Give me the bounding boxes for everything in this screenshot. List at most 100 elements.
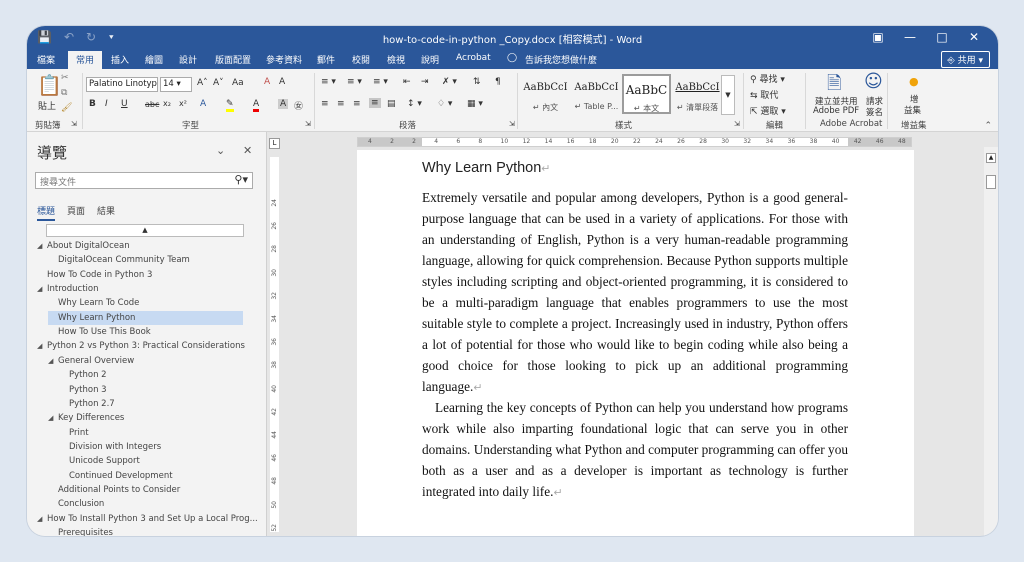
nav-heading-item[interactable]: Why Learn Python [48,310,243,325]
nav-heading-item[interactable]: Why Learn To Code [48,296,139,310]
font-color-button[interactable]: A [253,99,260,112]
nav-heading-item[interactable]: Conclusion [48,497,104,511]
shrink-font-icon[interactable]: A˅ [213,78,224,88]
replace-button[interactable]: ⇆ 取代 [750,88,778,101]
distributed-icon[interactable]: ▤ [387,99,396,109]
nav-heading-item[interactable]: ◢ Introduction [37,282,98,296]
style-list-paragraph[interactable]: AaBbCcI ↵ 清單段落 [673,75,722,115]
tab-file[interactable]: 檔案 [37,53,55,66]
nav-heading-item[interactable]: ◢ How To Install Python 3 and Set Up a Lo… [37,512,258,526]
tab-design[interactable]: 設計 [179,53,197,66]
tab-view[interactable]: 檢視 [387,53,405,66]
nav-heading-item[interactable]: ◢ General Overview [48,354,134,368]
phonetic-guide-icon[interactable]: A [279,77,285,87]
nav-search-input[interactable]: 搜尋文件 ⚲▾ [35,172,253,189]
tab-draw[interactable]: 繪圖 [145,53,163,66]
close-button[interactable]: ✕ [958,28,990,46]
font-size-select[interactable]: 14 ▾ [160,77,192,92]
align-left-icon[interactable]: ≡ [321,99,329,109]
decrease-indent-icon[interactable]: ⇤ [403,77,411,87]
tab-layout[interactable]: 版面配置 [215,53,251,66]
add-ins-icon[interactable]: ● [909,75,919,88]
paragraph-launcher-icon[interactable]: ⇲ [509,120,515,128]
create-share-pdf-label-2[interactable]: Adobe PDF [813,106,859,116]
search-icon[interactable]: ⚲▾ [234,173,248,186]
style-normal[interactable]: AaBbCcI ↵ 內文 [521,75,570,115]
nav-heading-item[interactable]: Unicode Support [59,454,140,468]
styles-more-button[interactable]: ▼ [721,75,735,115]
nav-heading-item[interactable]: Print [59,426,89,440]
tab-acrobat[interactable]: Acrobat [456,53,491,63]
expand-triangle-icon[interactable]: ◢ [48,354,58,368]
paragraph[interactable]: Extremely versatile and popular among de… [422,187,848,399]
line-spacing-icon[interactable]: ↕ ▾ [407,99,422,109]
nav-heading-item[interactable]: Division with Integers [59,440,161,454]
text-effects-button[interactable]: A [200,99,206,109]
paste-button[interactable]: 貼上 [38,99,56,112]
subscript-button[interactable]: x₂ [163,99,171,108]
align-right-icon[interactable]: ≡ [353,99,361,109]
nav-heading-item[interactable]: Additional Points to Consider [48,483,180,497]
underline-button[interactable]: U [121,99,128,109]
nav-heading-item[interactable]: ◢ Key Differences [48,411,124,425]
change-case-button[interactable]: Aa [232,78,244,88]
format-painter-icon[interactable]: 🖌 [61,103,72,113]
nav-heading-item[interactable]: Python 2 [59,368,107,382]
nav-heading-item[interactable]: ◢ About DigitalOcean [37,239,130,253]
character-shading-button[interactable]: A [278,99,289,109]
bold-button[interactable]: B [89,99,96,109]
sort-icon[interactable]: ⇅ [473,77,481,87]
horizontal-ruler[interactable]: 4 2 2 4 6 8 10 12 14 16 18 20 22 24 26 28 30 32 34 36 38 40 42… [357,137,912,147]
expand-triangle-icon[interactable]: ◢ [37,239,47,253]
clipboard-launcher-icon[interactable]: ⇲ [71,120,77,128]
copy-icon[interactable]: ⧉ [61,88,67,98]
maximize-button[interactable]: □ [926,28,958,46]
minimize-button[interactable]: — [894,28,926,46]
style-table-paragraph[interactable]: AaBbCcI ↵ Table P... [572,75,621,115]
paste-icon[interactable]: 📋 [37,73,62,97]
justify-icon[interactable]: ≡ [369,98,381,108]
tab-pages[interactable]: 頁面 [67,204,85,221]
expand-triangle-icon[interactable]: ◢ [48,411,58,425]
tab-mailings[interactable]: 郵件 [317,53,335,66]
italic-button[interactable]: I [105,99,108,109]
ribbon-display-options-icon[interactable]: ▣ [862,28,894,46]
font-launcher-icon[interactable]: ⇲ [305,120,311,128]
scroll-thumb[interactable] [986,175,996,189]
document-page[interactable]: Why Learn Python↵ Extremely versatile an… [357,150,914,536]
add-ins-label-2[interactable]: 益集 [904,104,921,116]
multilevel-list-icon[interactable]: ≡ ▾ [373,77,388,87]
request-signature-label-2[interactable]: 簽名 [866,106,883,118]
increase-indent-icon[interactable]: ⇥ [421,77,429,87]
style-body-text[interactable]: AaBbC ↵ 本文 [622,74,671,114]
nav-heading-item[interactable]: How To Use This Book [48,325,151,339]
nav-heading-item[interactable]: ◢ Python 2 vs Python 3: Practical Conside… [37,339,245,353]
vertical-scrollbar[interactable]: ▲ [984,147,998,536]
find-button[interactable]: ⚲ 尋找 ▾ [750,72,785,85]
close-icon[interactable]: ✕ [243,144,252,157]
tab-help[interactable]: 說明 [421,53,439,66]
tab-headings[interactable]: 標題 [37,204,56,221]
nav-heading-item[interactable]: Prerequisites [48,526,113,536]
font-name-select[interactable]: Palatino Linotyp ▾ [86,77,158,92]
cut-icon[interactable]: ✂ [61,73,69,83]
numbering-icon[interactable]: ≡ ▾ [347,77,362,87]
request-signature-icon[interactable]: ☺ [864,71,883,92]
nav-heading-item[interactable]: Continued Development [59,469,173,483]
nav-heading-item[interactable]: Python 3 [59,383,107,397]
borders-icon[interactable]: ▦ ▾ [467,99,483,109]
tab-results[interactable]: 結果 [97,204,115,221]
grow-font-icon[interactable]: A˄ [197,78,208,88]
align-center-icon[interactable]: ≡ [337,99,345,109]
tab-selector-icon[interactable]: L [269,138,280,149]
highlight-color-icon[interactable]: ✎ [226,99,234,112]
tell-me-search[interactable]: 告訴我您想做什麼 [525,53,597,66]
styles-launcher-icon[interactable]: ⇲ [734,120,740,128]
expand-triangle-icon[interactable]: ◢ [37,339,47,353]
show-marks-icon[interactable]: ¶ [495,77,501,87]
asian-layout-icon[interactable]: ✗ ▾ [442,77,457,87]
share-button[interactable]: ⎆ 共用 ▾ [940,51,990,68]
tab-references[interactable]: 參考資料 [266,53,302,66]
collapse-ribbon-icon[interactable]: ⌃ [984,121,992,131]
tab-insert[interactable]: 插入 [111,53,129,66]
